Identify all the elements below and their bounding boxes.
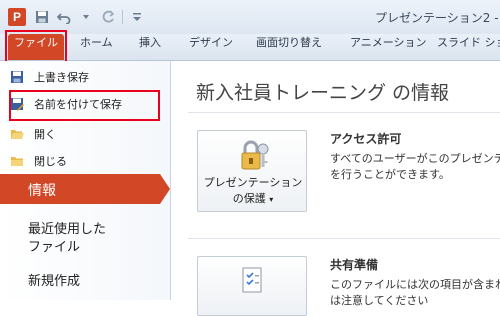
- permissions-text-line1: すべてのユーザーがこのプレゼンテー: [330, 152, 500, 165]
- section-divider: [188, 238, 500, 239]
- powerpoint-icon[interactable]: P: [8, 8, 26, 26]
- tab-design[interactable]: デザイン: [189, 34, 233, 60]
- tab-file[interactable]: ファイル: [8, 34, 64, 60]
- dropdown-arrow-icon: ▾: [269, 195, 274, 204]
- open-folder-icon: [10, 127, 24, 141]
- ribbon-tabs: ファイル ホーム 挿入 デザイン 画面切り替え アニメーション スライド ショー: [0, 34, 500, 61]
- protect-presentation-button[interactable]: プレゼンテーション の保護 ▾: [197, 130, 307, 212]
- customize-icon[interactable]: [129, 9, 145, 25]
- tab-transitions[interactable]: 画面切り替え: [256, 34, 322, 60]
- inspect-document-icon: [238, 265, 268, 295]
- sidebar-item-recent[interactable]: 最近使用した ファイル: [28, 221, 106, 257]
- save-as-icon: [10, 97, 24, 111]
- window-title: プレゼンテーション2 - Mic: [375, 11, 500, 25]
- sidebar-item-open[interactable]: 開く: [10, 124, 56, 144]
- undo-icon[interactable]: [56, 9, 72, 25]
- tab-animations[interactable]: アニメーション: [350, 34, 427, 60]
- lock-key-icon: [236, 137, 272, 173]
- sidebar-item-label: 閉じる: [34, 155, 67, 168]
- folder-icon: [10, 154, 24, 168]
- redo-icon[interactable]: [100, 9, 116, 25]
- protect-button-label: プレゼンテーション の保護 ▾: [198, 175, 308, 208]
- tab-home[interactable]: ホーム: [80, 34, 113, 60]
- save-icon: [10, 70, 24, 84]
- tab-slideshow[interactable]: スライド ショー: [437, 34, 500, 60]
- tab-insert[interactable]: 挿入: [139, 34, 161, 60]
- info-selected-arrow: [160, 174, 170, 204]
- dropdown-arrow-icon[interactable]: [78, 9, 94, 25]
- toolbar-separator: [122, 10, 123, 24]
- title-divider: [188, 112, 500, 113]
- sidebar-item-save[interactable]: 上書き保存: [10, 67, 89, 87]
- recent-label-line1: 最近使用した: [28, 222, 107, 237]
- recent-label-line2: ファイル: [28, 240, 81, 255]
- save-icon[interactable]: [34, 9, 50, 25]
- quick-access-toolbar: [34, 8, 145, 26]
- page-title: 新入社員トレーニング の情報: [196, 82, 450, 104]
- permissions-heading: アクセス許可: [330, 132, 402, 146]
- sidebar-item-close[interactable]: 閉じる: [10, 151, 67, 171]
- share-heading: 共有準備: [330, 258, 379, 272]
- protect-label-line2: の保護 ▾: [232, 192, 274, 205]
- sidebar-item-info-label: 情報: [28, 183, 56, 199]
- check-for-issues-button[interactable]: [197, 256, 307, 316]
- sidebar-item-label: 名前を付けて保存: [34, 98, 122, 111]
- sidebar-item-info[interactable]: [0, 174, 160, 204]
- sidebar-item-new[interactable]: 新規作成: [28, 273, 80, 291]
- share-text-line1: このファイルには次の項目が含まれ: [330, 278, 500, 291]
- sidebar-item-label: 上書き保存: [34, 71, 89, 84]
- share-text-line2: は注意してください: [330, 294, 429, 307]
- sidebar-item-label: 開く: [34, 128, 56, 141]
- permissions-text-line2: を行うことができます。: [330, 168, 450, 181]
- sidebar-item-save-as[interactable]: 名前を付けて保存: [10, 94, 122, 114]
- title-bar: P プレゼンテーション2 - Mic: [0, 0, 500, 34]
- protect-label-line1: プレゼンテーション: [203, 176, 303, 189]
